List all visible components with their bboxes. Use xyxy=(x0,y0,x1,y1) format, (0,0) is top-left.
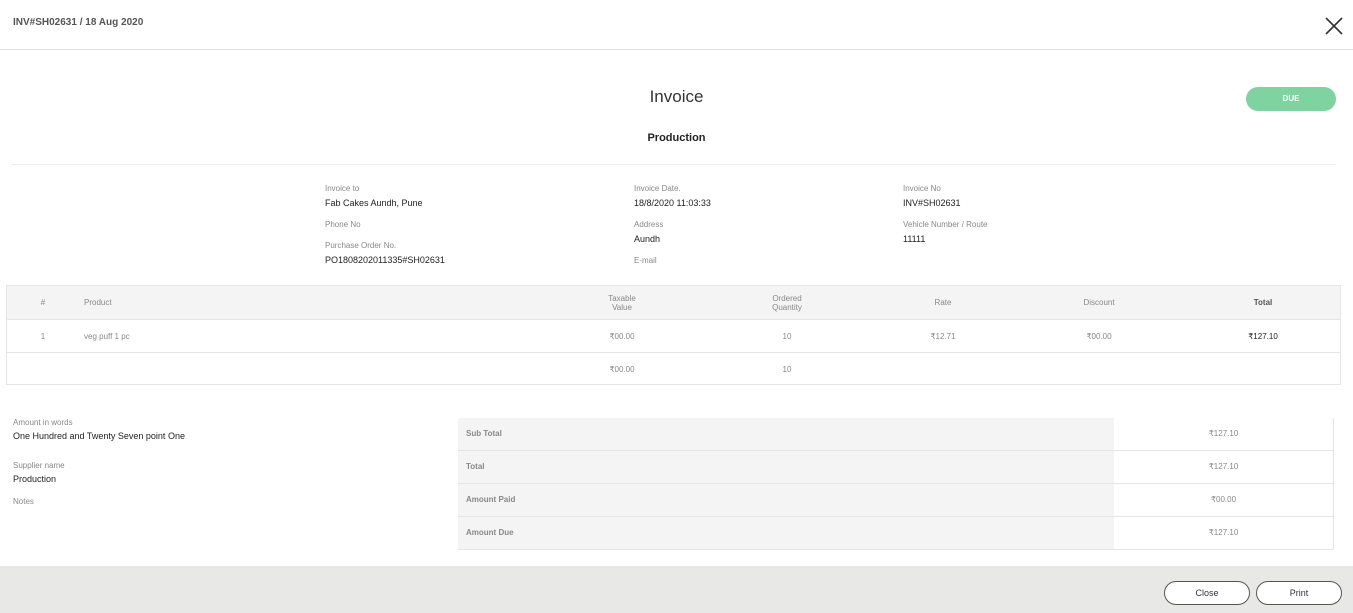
header-product: Product xyxy=(84,298,112,307)
summary-value: ₹127.10 xyxy=(1114,451,1334,483)
totals-taxable-value: ₹00.00 xyxy=(609,365,635,374)
summary-row-total: Total ₹127.10 xyxy=(458,451,1334,484)
print-button[interactable]: Print xyxy=(1256,581,1342,605)
supplier-name-value: Production xyxy=(13,474,57,484)
notes-label: Notes xyxy=(13,497,34,506)
summary-label: Amount Paid xyxy=(458,484,1114,516)
vehicle-value: 11111 xyxy=(903,234,926,244)
purchase-order-value: PO1808202011335#SH02631 xyxy=(325,255,445,265)
summary-value: ₹127.10 xyxy=(1114,517,1334,549)
invoice-header-title: INV#SH02631 / 18 Aug 2020 xyxy=(13,17,144,28)
header-rate: Rate xyxy=(934,298,952,307)
summary-value: ₹127.10 xyxy=(1114,418,1334,450)
invoice-date-label: Invoice Date. xyxy=(634,184,681,193)
summary-value: ₹00.00 xyxy=(1114,484,1334,516)
address-field: Address Aundh xyxy=(634,220,663,245)
status-badge: DUE xyxy=(1246,87,1336,111)
invoice-date-field: Invoice Date. 18/8/2020 11:03:33 xyxy=(634,184,711,209)
email-label: E-mail xyxy=(634,256,657,265)
phone-label: Phone No xyxy=(325,220,361,229)
header-total: Total xyxy=(1253,298,1273,307)
table-totals-row: ₹00.00 10 xyxy=(7,352,1340,385)
header-taxable-line1: Taxable xyxy=(608,293,636,303)
notes: Notes xyxy=(13,497,34,506)
invoice-to-label: Invoice to xyxy=(325,184,360,193)
address-value: Aundh xyxy=(634,234,661,244)
summary-label: Amount Due xyxy=(458,517,1114,549)
summary-row-subtotal: Sub Total ₹127.10 xyxy=(458,418,1334,451)
totals-ordered-quantity: 10 xyxy=(782,365,792,374)
invoice-to-value: Fab Cakes Aundh, Pune xyxy=(325,198,423,208)
close-button[interactable]: Close xyxy=(1164,581,1250,605)
row-number: 1 xyxy=(40,332,46,341)
email-field: E-mail xyxy=(634,256,657,266)
header-number: # xyxy=(40,298,46,307)
supplier-name-label: Supplier name xyxy=(13,461,65,470)
row-product: veg puff 1 pc xyxy=(84,332,130,341)
row-ordered-quantity: 10 xyxy=(782,332,792,341)
vehicle-label: Vehicle Number / Route xyxy=(903,220,988,229)
modal-header: INV#SH02631 / 18 Aug 2020 xyxy=(0,0,1353,50)
summary-row-amount-due: Amount Due ₹127.10 xyxy=(458,517,1334,550)
summary-label: Total xyxy=(458,451,1114,483)
header-ordered-line2: Quantity xyxy=(772,302,802,312)
purchase-order-field: Purchase Order No. PO1808202011335#SH026… xyxy=(325,241,445,266)
phone-field: Phone No xyxy=(325,220,361,230)
invoice-no-value: INV#SH02631 xyxy=(903,198,961,208)
header-ordered-line1: Ordered xyxy=(772,293,802,303)
modal-footer: Close Print xyxy=(0,566,1353,613)
amount-in-words-value: One Hundred and Twenty Seven point One xyxy=(13,431,185,441)
header-taxable-value: Taxable Value xyxy=(572,286,672,319)
header-ordered-quantity: Ordered Quantity xyxy=(737,286,837,319)
close-icon[interactable] xyxy=(1323,15,1345,37)
amount-in-words-label: Amount in words xyxy=(13,418,73,427)
invoice-no-label: Invoice No xyxy=(903,184,941,193)
address-label: Address xyxy=(634,220,664,229)
summary-row-amount-paid: Amount Paid ₹00.00 xyxy=(458,484,1334,517)
amount-in-words: Amount in words One Hundred and Twenty S… xyxy=(13,418,185,441)
supplier-name: Supplier name Production xyxy=(13,461,65,484)
document-title: Invoice xyxy=(649,87,704,106)
invoice-date-value: 18/8/2020 11:03:33 xyxy=(634,198,711,208)
invoice-no-field: Invoice No INV#SH02631 xyxy=(903,184,961,209)
invoice-to-field: Invoice to Fab Cakes Aundh, Pune xyxy=(325,184,423,209)
items-table: # Product Taxable Value Ordered Quantity… xyxy=(6,285,1341,385)
row-rate: ₹12.71 xyxy=(930,332,956,341)
header-discount: Discount xyxy=(1083,298,1115,307)
row-taxable-value: ₹00.00 xyxy=(609,332,635,341)
summary-table: Sub Total ₹127.10 Total ₹127.10 Amount P… xyxy=(458,418,1334,550)
row-total: ₹127.10 xyxy=(1248,332,1278,341)
vehicle-field: Vehicle Number / Route 11111 xyxy=(903,220,988,245)
table-row: 1 veg puff 1 pc ₹00.00 10 ₹12.71 ₹00.00 … xyxy=(7,319,1340,352)
summary-label: Sub Total xyxy=(458,418,1114,450)
organization-name: Production xyxy=(647,132,706,144)
table-header: # Product Taxable Value Ordered Quantity… xyxy=(7,286,1340,319)
header-taxable-line2: Value xyxy=(612,302,632,312)
divider xyxy=(12,164,1336,165)
row-discount: ₹00.00 xyxy=(1086,332,1112,341)
purchase-order-label: Purchase Order No. xyxy=(325,241,397,250)
